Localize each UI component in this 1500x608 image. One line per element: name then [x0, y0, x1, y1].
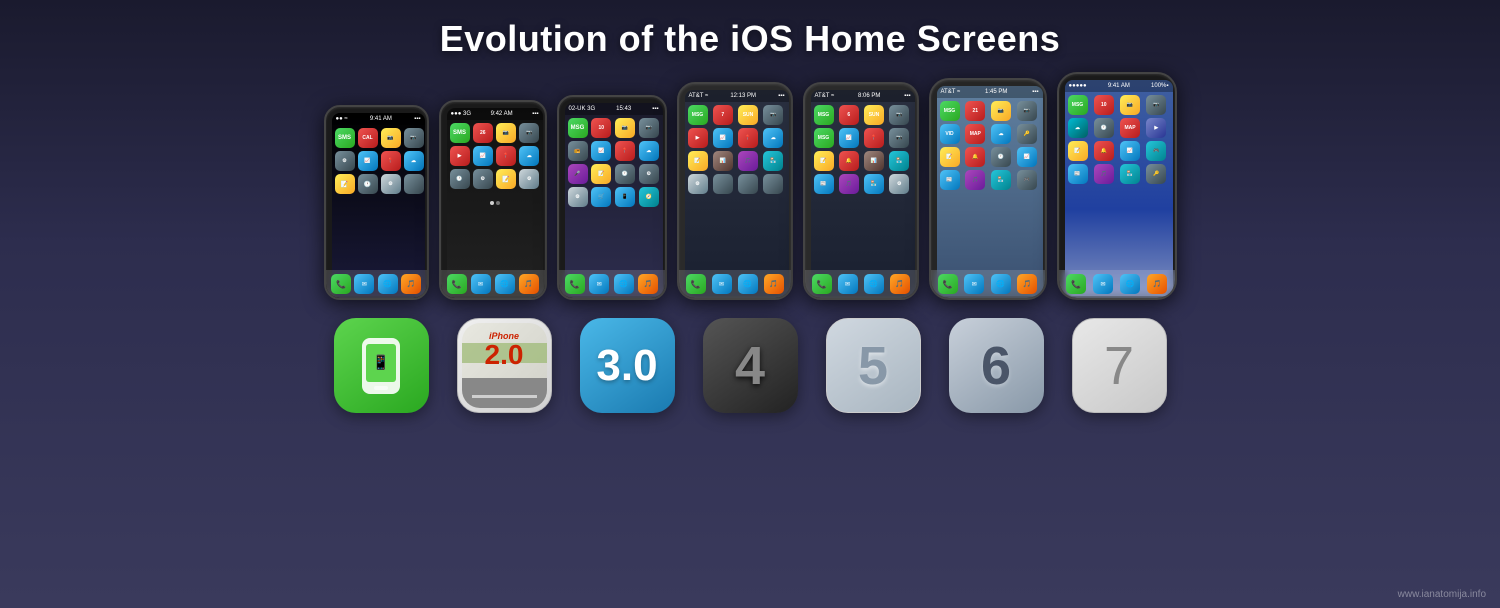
phone-screen-4: AT&T ≈12:13 PM▪▪▪ MSG 7 SUN 📷 ▶ 📈 📍 ☁ 📝 …	[685, 90, 789, 296]
page-title: Evolution of the iOS Home Screens	[0, 0, 1500, 60]
phone-frame-5: AT&T ≈8:06 PM▪▪▪ MSG 6 SUN 📷 MSG 📈 📍 📷 📝…	[803, 82, 919, 300]
phone-ios4: AT&T ≈12:13 PM▪▪▪ MSG 7 SUN 📷 ▶ 📈 📍 ☁ 📝 …	[677, 82, 793, 300]
version-badge-2: iPhone 2.0	[457, 318, 552, 413]
ios6-version-text: 6	[981, 335, 1011, 397]
phones-row: ●● ≈9:41 AM▪▪▪ SMS CAL 📷 📷 ⚙ 📈 📍 ☁ 📝 🕐 ⚙	[0, 60, 1500, 300]
phone-ios6: AT&T ≈1:45 PM▪▪▪ MSG 21 📷 📷 VID MAP ☁ 🔑 …	[929, 78, 1047, 300]
ios1-phone-icon: 📱	[354, 336, 408, 396]
version-badge-6: 6	[949, 318, 1044, 413]
phone-ios3: 02-UK 3G15:43▪▪▪ MSG 10 📷 📷 📻 📈 📍 ☁ 🎤 📝 …	[557, 95, 667, 300]
phone-ios7: ●●●●●9:41 AM100%▪ MSG 10 📷 📷 ☁ 🕐 MAP ▶ 📝…	[1057, 72, 1177, 300]
phone-ios2: ●●● 3G9:42 AM▪▪▪ SMS 26 📷 📷 ▶ 📈 📍 ☁ 🕐 ⚙ …	[439, 100, 547, 300]
version-badge-1: 📱	[334, 318, 429, 413]
version-badge-3: 3.0	[580, 318, 675, 413]
phone-frame-6: AT&T ≈1:45 PM▪▪▪ MSG 21 📷 📷 VID MAP ☁ 🔑 …	[929, 78, 1047, 300]
ios5-version-text: 5	[858, 335, 888, 397]
phone-screen-5: AT&T ≈8:06 PM▪▪▪ MSG 6 SUN 📷 MSG 📈 📍 📷 📝…	[811, 90, 915, 296]
phone-screen-3: 02-UK 3G15:43▪▪▪ MSG 10 📷 📷 📻 📈 📍 ☁ 🎤 📝 …	[565, 103, 663, 296]
phone-screen-6: AT&T ≈1:45 PM▪▪▪ MSG 21 📷 📷 VID MAP ☁ 🔑 …	[937, 86, 1043, 296]
phone-ios5: AT&T ≈8:06 PM▪▪▪ MSG 6 SUN 📷 MSG 📈 📍 📷 📝…	[803, 82, 919, 300]
ios7-version-text: 7	[1104, 335, 1134, 397]
phone-ios1: ●● ≈9:41 AM▪▪▪ SMS CAL 📷 📷 ⚙ 📈 📍 ☁ 📝 🕐 ⚙	[324, 105, 429, 300]
phone-frame-7: ●●●●●9:41 AM100%▪ MSG 10 📷 📷 ☁ 🕐 MAP ▶ 📝…	[1057, 72, 1177, 300]
phone-frame-1: ●● ≈9:41 AM▪▪▪ SMS CAL 📷 📷 ⚙ 📈 📍 ☁ 📝 🕐 ⚙	[324, 105, 429, 300]
version-badge-5: 5	[826, 318, 921, 413]
phone-frame-2: ●●● 3G9:42 AM▪▪▪ SMS 26 📷 📷 ▶ 📈 📍 ☁ 🕐 ⚙ …	[439, 100, 547, 300]
phone-screen-2: ●●● 3G9:42 AM▪▪▪ SMS 26 📷 📷 ▶ 📈 📍 ☁ 🕐 ⚙ …	[447, 108, 543, 296]
phone-frame-4: AT&T ≈12:13 PM▪▪▪ MSG 7 SUN 📷 ▶ 📈 📍 ☁ 📝 …	[677, 82, 793, 300]
phone-frame-3: 02-UK 3G15:43▪▪▪ MSG 10 📷 📷 📻 📈 📍 ☁ 🎤 📝 …	[557, 95, 667, 300]
phone-screen-1: ●● ≈9:41 AM▪▪▪ SMS CAL 📷 📷 ⚙ 📈 📍 ☁ 📝 🕐 ⚙	[332, 113, 425, 296]
version-badge-7: 7	[1072, 318, 1167, 413]
phone-screen-7: ●●●●●9:41 AM100%▪ MSG 10 📷 📷 ☁ 🕐 MAP ▶ 📝…	[1065, 80, 1173, 296]
ios2-badge-content: iPhone 2.0	[462, 323, 547, 408]
watermark: www.ianatomija.info	[1398, 589, 1486, 600]
versions-row: 📱 iPhone 2.0 3.0 4 5	[0, 300, 1500, 413]
ios4-version-text: 4	[735, 335, 765, 397]
svg-text:📱: 📱	[372, 354, 389, 371]
version-badge-4: 4	[703, 318, 798, 413]
ios3-version-text: 3.0	[596, 341, 657, 391]
